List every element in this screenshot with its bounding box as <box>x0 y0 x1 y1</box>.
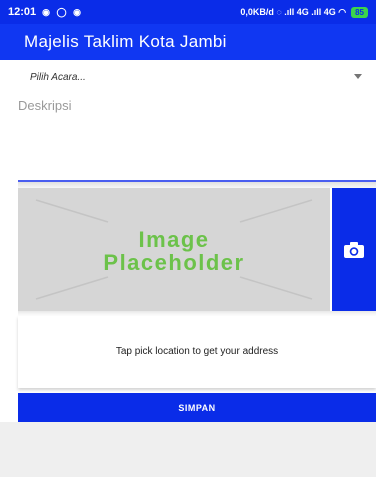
app-title: Majelis Taklim Kota Jambi <box>24 32 227 51</box>
left-margin <box>0 60 18 422</box>
image-placeholder-line1: Image <box>138 227 210 252</box>
caret-down-icon <box>354 74 362 79</box>
camera-icon <box>344 242 364 258</box>
battery-icon: 85 <box>351 6 368 18</box>
pick-location-card[interactable]: Tap pick location to get your address <box>18 316 376 388</box>
network-status: 0,0KB/d ◌ .ıll 4G .ıll 4G ◠ <box>240 6 347 17</box>
camera-button[interactable] <box>332 188 376 311</box>
notification-icons: ◉ ◯ ◉ <box>42 6 83 17</box>
description-input[interactable]: Deskripsi <box>18 96 376 182</box>
status-bar: 12:01 ◉ ◯ ◉ 0,0KB/d ◌ .ıll 4G .ıll 4G ◠ … <box>0 0 376 24</box>
app-bar: Majelis Taklim Kota Jambi <box>0 24 376 60</box>
event-select-placeholder: Pilih Acara... <box>30 71 86 83</box>
status-time: 12:01 <box>8 6 37 18</box>
image-preview[interactable]: Image Placeholder <box>18 188 330 311</box>
location-text: Tap pick location to get your address <box>115 346 279 357</box>
description-placeholder: Deskripsi <box>18 98 72 113</box>
bottom-empty-area <box>0 422 376 477</box>
image-placeholder-text: Image Placeholder <box>18 228 330 274</box>
image-placeholder-line2: Placeholder <box>103 250 245 275</box>
save-button[interactable]: SIMPAN <box>18 393 376 422</box>
event-select[interactable]: Pilih Acara... <box>18 64 376 90</box>
